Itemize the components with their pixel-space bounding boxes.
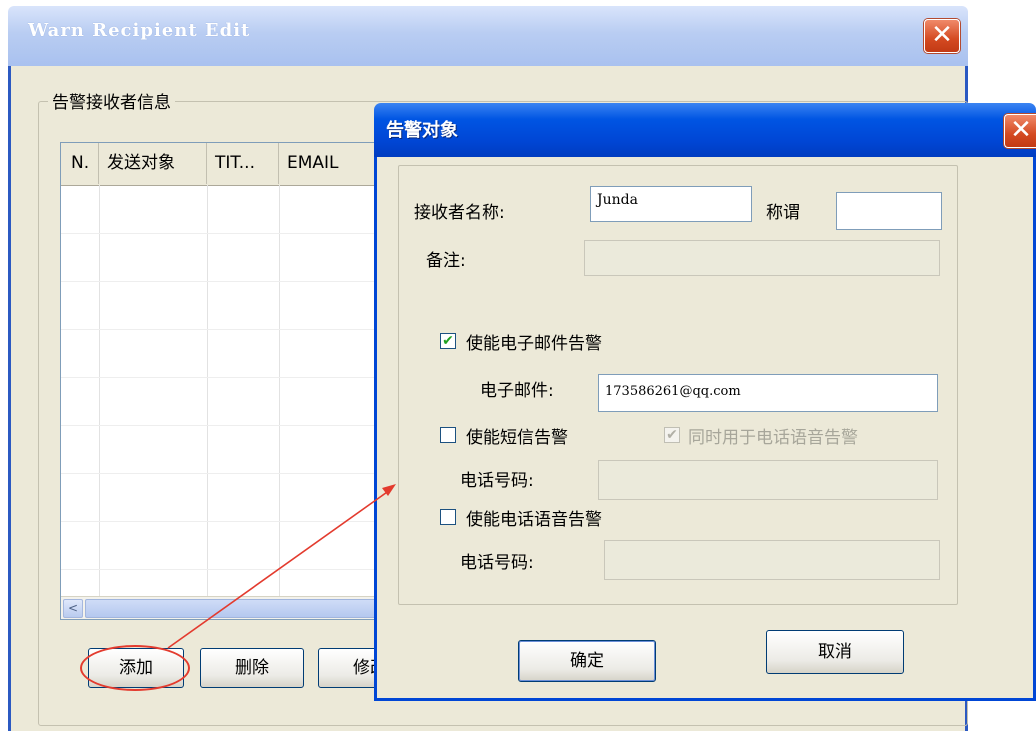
- also-voice-checkbox[interactable]: ✔: [664, 427, 680, 443]
- grid-line: [61, 233, 389, 234]
- cancel-button[interactable]: 取消: [766, 630, 904, 674]
- column-header-no[interactable]: N.: [61, 143, 99, 184]
- title-input[interactable]: [836, 192, 942, 230]
- remark-input[interactable]: [584, 240, 940, 276]
- checkmark-icon: ✔: [666, 427, 678, 443]
- sms-phone-input[interactable]: [598, 460, 938, 500]
- column-header-title[interactable]: TIT...: [207, 143, 279, 184]
- recipient-name-label: 接收者名称:: [414, 203, 505, 223]
- recipient-info-group-label: 告警接收者信息: [48, 88, 175, 113]
- grid-line: [61, 377, 389, 378]
- enable-voice-label: 使能电话语音告警: [466, 510, 602, 530]
- enable-voice-checkbox[interactable]: [440, 509, 456, 525]
- enable-sms-checkbox[interactable]: [440, 427, 456, 443]
- grid-line: [61, 425, 389, 426]
- voice-phone-input[interactable]: [604, 540, 940, 580]
- column-header-target[interactable]: 发送对象: [99, 143, 207, 184]
- grid-line: [61, 569, 389, 570]
- list-header: N. 发送对象 TIT... EMAIL: [61, 143, 389, 186]
- grid-line: [207, 185, 208, 597]
- dialog-close-button[interactable]: ✕: [1004, 114, 1036, 148]
- bg-close-button[interactable]: ✕: [924, 19, 960, 53]
- close-icon: ✕: [1010, 115, 1032, 145]
- sms-phone-label: 电话号码:: [460, 471, 534, 491]
- enable-email-checkbox[interactable]: ✔: [440, 333, 456, 349]
- dialog-titlebar[interactable]: [374, 103, 1036, 157]
- also-voice-label: 同时用于电话语音告警: [688, 428, 858, 448]
- email-input[interactable]: 173586261@qq.com: [598, 374, 938, 412]
- grid-line: [61, 521, 389, 522]
- grid-line: [61, 329, 389, 330]
- email-label: 电子邮件:: [480, 381, 554, 401]
- grid-line: [99, 185, 100, 597]
- remark-label: 备注:: [426, 251, 466, 271]
- dialog-title: 告警对象: [386, 120, 458, 141]
- recipient-name-input[interactable]: Junda: [590, 186, 752, 222]
- enable-email-label: 使能电子邮件告警: [466, 334, 602, 354]
- bg-window-title: Warn Recipient Edit: [28, 20, 251, 41]
- horizontal-scrollbar[interactable]: <: [61, 596, 389, 619]
- annotation-ellipse: [80, 645, 190, 691]
- grid-line: [61, 281, 389, 282]
- delete-button[interactable]: 删除: [200, 648, 304, 688]
- grid-line: [61, 473, 389, 474]
- checkmark-icon: ✔: [442, 333, 454, 349]
- voice-phone-label: 电话号码:: [460, 553, 534, 573]
- ok-button[interactable]: 确定: [518, 640, 656, 682]
- scroll-left-arrow-icon[interactable]: <: [63, 599, 83, 618]
- title-label: 称谓: [766, 203, 800, 223]
- enable-sms-label: 使能短信告警: [466, 428, 568, 448]
- scroll-thumb[interactable]: [85, 599, 387, 618]
- recipient-list[interactable]: N. 发送对象 TIT... EMAIL <: [60, 142, 390, 620]
- close-icon: ✕: [931, 20, 953, 50]
- grid-line: [279, 185, 280, 597]
